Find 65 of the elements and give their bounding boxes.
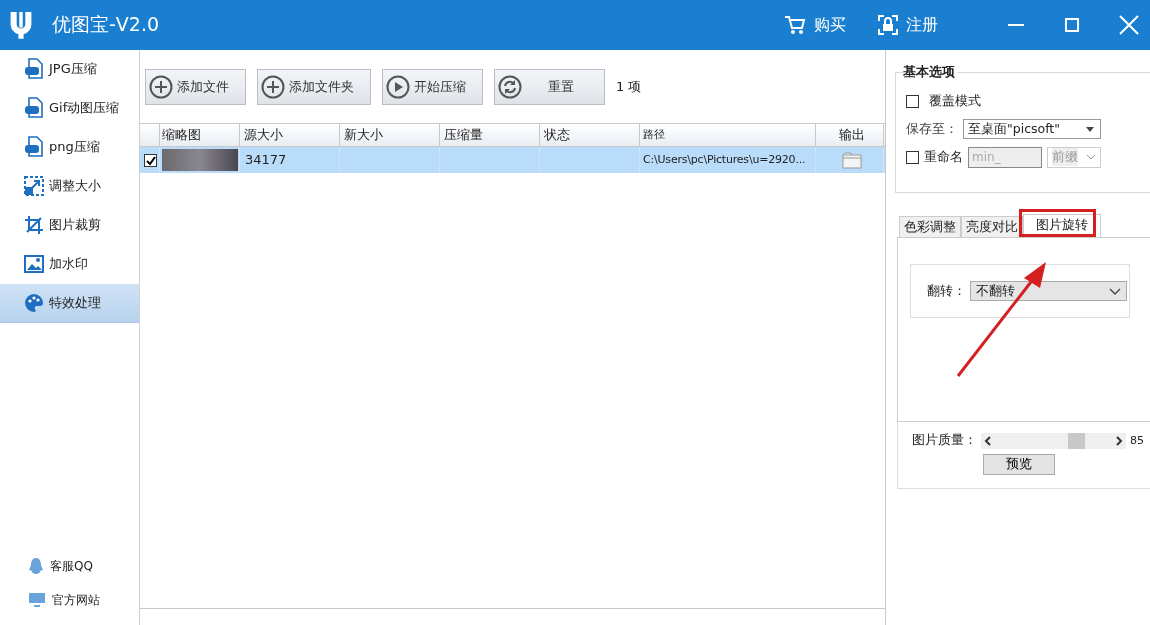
- sidebar-item[interactable]: 加水印: [0, 245, 139, 284]
- field-label: 图片质量：: [912, 432, 977, 449]
- toolbar-button[interactable]: 添加文件: [145, 68, 246, 105]
- toolbar-button[interactable]: 重置: [494, 68, 605, 105]
- checkbox-option[interactable]: 覆盖模式: [906, 87, 1150, 115]
- column-header[interactable]: 压缩量: [440, 124, 540, 146]
- sidebar-link[interactable]: 客服QQ: [0, 549, 139, 583]
- table-cell: 34177: [240, 147, 340, 173]
- maximize-icon[interactable]: [1062, 15, 1082, 35]
- sidebar-item[interactable]: 调整大小: [0, 167, 139, 206]
- flip-dropdown[interactable]: 不翻转: [970, 281, 1127, 301]
- tab[interactable]: 亮度对比: [961, 216, 1023, 237]
- tab[interactable]: 色彩调整: [899, 216, 961, 237]
- file-icon: [24, 58, 44, 80]
- checkbox-option[interactable]: 重命名: [906, 148, 963, 166]
- play-icon: [386, 74, 410, 99]
- group-title: 基本选项: [903, 63, 956, 81]
- window-title: 优图宝-V2.0: [52, 12, 160, 37]
- quality-value: 85: [1130, 434, 1144, 447]
- plus-icon: [149, 74, 173, 99]
- column-header[interactable]: 状态: [540, 124, 640, 146]
- toolbar-button[interactable]: 添加文件夹: [257, 68, 371, 105]
- sidebar-link[interactable]: 官方网站: [0, 583, 139, 617]
- caret-icon: [1086, 154, 1096, 160]
- column-header[interactable]: 缩略图: [160, 124, 240, 146]
- toolbar-button[interactable]: 开始压缩: [382, 68, 483, 105]
- sidebar-item[interactable]: Gif动图压缩: [0, 89, 139, 128]
- column-header[interactable]: 路径: [640, 124, 816, 146]
- logo-icon: [8, 10, 34, 40]
- caret-icon: [1086, 126, 1094, 132]
- penguin-icon: [28, 557, 44, 575]
- column-header[interactable]: 源大小: [240, 124, 340, 146]
- table-cell: C:\Users\pc\Pictures\u=2920...: [640, 147, 816, 173]
- table-row[interactable]: 34177 C:\Users\pc\Pictures\u=2920...: [140, 147, 885, 173]
- crop-icon: [24, 215, 44, 235]
- sidebar-item[interactable]: JPG压缩: [0, 50, 139, 89]
- palette-icon: [24, 293, 44, 313]
- image-icon: [24, 255, 44, 273]
- item-count: 1 项: [616, 77, 642, 96]
- lock-icon: [878, 15, 898, 35]
- field-label: 保存至：: [906, 120, 958, 138]
- header-action-button[interactable]: 购买: [784, 14, 846, 36]
- refresh-icon: [498, 74, 522, 99]
- monitor-icon: [28, 592, 46, 608]
- header-action-button[interactable]: 注册: [878, 14, 938, 36]
- checkbox[interactable]: [906, 94, 919, 108]
- column-header[interactable]: 新大小: [340, 124, 440, 146]
- cart-icon: [784, 15, 806, 35]
- preview-button[interactable]: 预览: [983, 454, 1055, 475]
- plus-icon: [261, 74, 285, 99]
- sidebar-item[interactable]: 特效处理: [0, 284, 139, 323]
- file-icon: [24, 136, 44, 158]
- column-header[interactable]: 输出: [816, 124, 884, 146]
- row-checkbox[interactable]: [144, 154, 157, 167]
- close-icon[interactable]: [1118, 14, 1140, 36]
- checkbox[interactable]: [906, 150, 919, 164]
- slider-thumb[interactable]: [1068, 432, 1086, 449]
- caret-icon: [1109, 287, 1121, 295]
- resize-icon: [24, 176, 44, 196]
- quality-slider[interactable]: [981, 432, 1126, 449]
- sidebar-item[interactable]: 图片裁剪: [0, 206, 139, 245]
- field-label: 翻转：: [927, 282, 966, 300]
- sidebar-item[interactable]: png压缩: [0, 128, 139, 167]
- save-location-dropdown[interactable]: 至桌面"picsoft": [963, 119, 1101, 139]
- file-icon: [24, 97, 44, 119]
